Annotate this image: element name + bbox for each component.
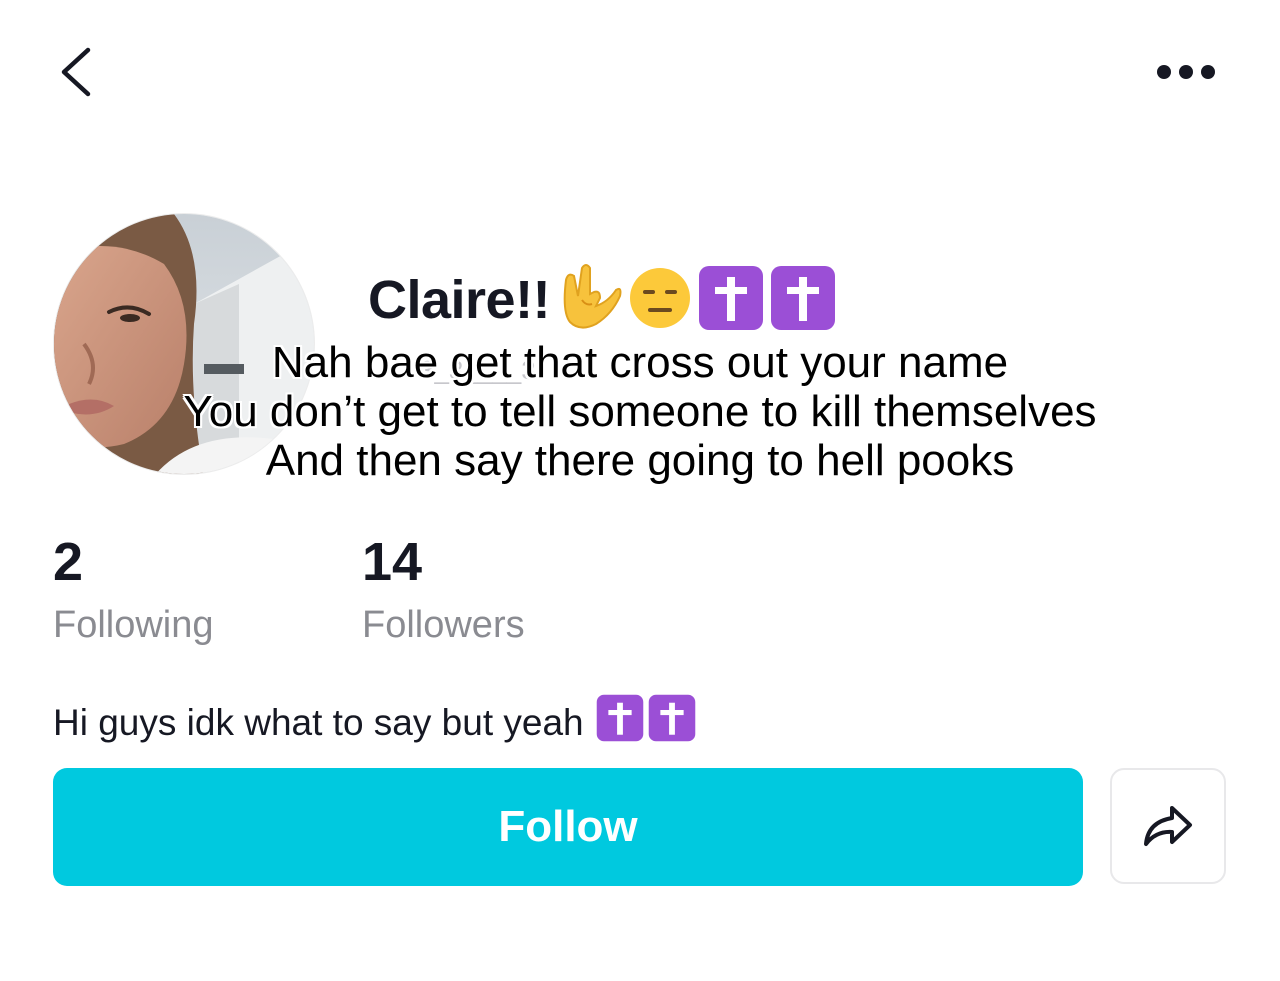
love-you-gesture-icon <box>556 262 622 339</box>
latin-cross-icon <box>596 694 644 751</box>
expressionless-face-icon <box>628 266 692 335</box>
follow-button[interactable]: Follow <box>53 768 1083 886</box>
overlay-caption: Nah bae get that cross out your name You… <box>0 338 1280 485</box>
followers-count: 14 <box>362 532 423 592</box>
display-name: Claire!! <box>368 270 551 330</box>
following-count: 2 <box>53 532 84 592</box>
following-stat[interactable]: 2 Following <box>53 530 214 647</box>
more-horizontal-icon <box>1157 65 1215 79</box>
back-button[interactable] <box>56 40 100 104</box>
followers-stat[interactable]: 14 Followers <box>362 530 525 647</box>
followers-label: Followers <box>362 604 525 646</box>
chevron-left-icon <box>61 47 91 97</box>
overlay-caption-line: You don’t get to tell someone to kill th… <box>183 387 1097 436</box>
following-label: Following <box>53 604 214 646</box>
more-options-button[interactable] <box>1150 56 1222 88</box>
latin-cross-icon <box>648 694 696 751</box>
latin-cross-icon <box>770 265 836 336</box>
bio: Hi guys idk what to say but yeah <box>53 694 696 751</box>
display-name-row: Claire!! <box>368 262 836 338</box>
share-button[interactable] <box>1110 768 1226 884</box>
overlay-caption-line: Nah bae get that cross out your name <box>271 338 1009 387</box>
overlay-caption-line: And then say there going to hell pooks <box>265 436 1015 485</box>
bio-text: Hi guys idk what to say but yeah <box>53 701 584 743</box>
latin-cross-icon <box>698 265 764 336</box>
share-arrow-icon <box>1144 806 1192 846</box>
